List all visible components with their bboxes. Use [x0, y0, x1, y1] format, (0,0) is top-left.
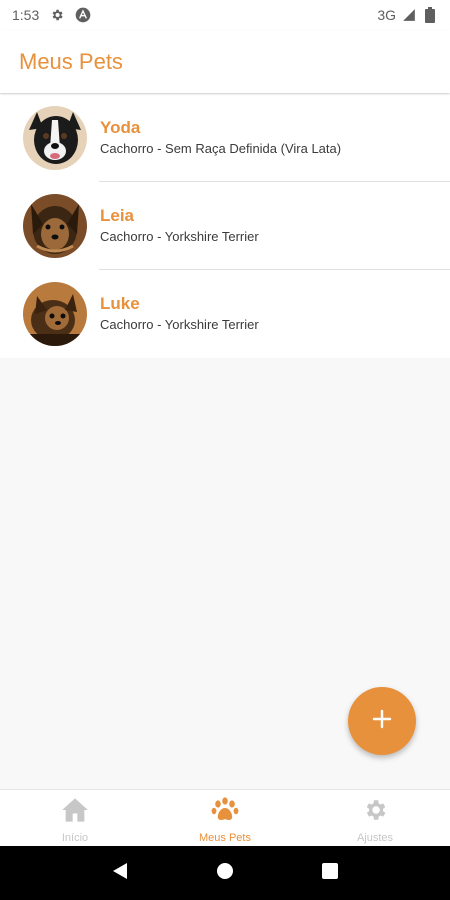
app-bar: Meus Pets: [0, 30, 450, 93]
list-item[interactable]: Leia Cachorro - Yorkshire Terrier: [0, 182, 450, 270]
nav-item-meus-pets[interactable]: Meus Pets: [150, 790, 300, 846]
avatar: [23, 106, 87, 170]
recents-icon[interactable]: [321, 862, 339, 885]
list-item[interactable]: Yoda Cachorro - Sem Raça Definida (Vira …: [0, 94, 450, 182]
nav-label: Início: [61, 832, 89, 844]
nav-item-inicio[interactable]: Início: [0, 790, 150, 846]
signal-icon: [401, 7, 417, 23]
a-badge-icon: [75, 7, 91, 23]
list-item[interactable]: Luke Cachorro - Yorkshire Terrier: [0, 270, 450, 358]
pet-name: Luke: [100, 294, 140, 313]
bottom-nav: Início Meus Pets Ajustes: [0, 789, 450, 846]
status-bar: 1:53 3G: [0, 0, 450, 30]
back-icon[interactable]: [111, 861, 129, 886]
home-circle-icon[interactable]: [215, 861, 235, 886]
system-nav-bar: [0, 846, 450, 900]
add-pet-button[interactable]: [348, 687, 416, 755]
nav-label: Meus Pets: [199, 832, 251, 844]
pet-name: Leia: [100, 206, 135, 225]
gear-icon: [49, 7, 65, 23]
pet-description: Cachorro - Yorkshire Terrier: [100, 317, 259, 332]
nav-item-ajustes[interactable]: Ajustes: [300, 790, 450, 846]
home-icon: [61, 797, 89, 828]
paw-icon: [211, 797, 239, 828]
gear-icon: [361, 797, 389, 828]
battery-icon: [422, 7, 438, 23]
status-time: 1:53: [12, 7, 40, 23]
nav-label: Ajustes: [356, 832, 394, 844]
pet-name: Yoda: [100, 118, 141, 137]
network-type: 3G: [377, 7, 396, 23]
pet-description: Cachorro - Yorkshire Terrier: [100, 229, 259, 244]
avatar: [23, 282, 87, 346]
pet-list: Yoda Cachorro - Sem Raça Definida (Vira …: [0, 94, 450, 358]
pet-description: Cachorro - Sem Raça Definida (Vira Lata): [100, 141, 342, 156]
avatar: [23, 194, 87, 258]
page-title: Meus Pets: [19, 48, 123, 74]
plus-icon: [372, 709, 392, 734]
